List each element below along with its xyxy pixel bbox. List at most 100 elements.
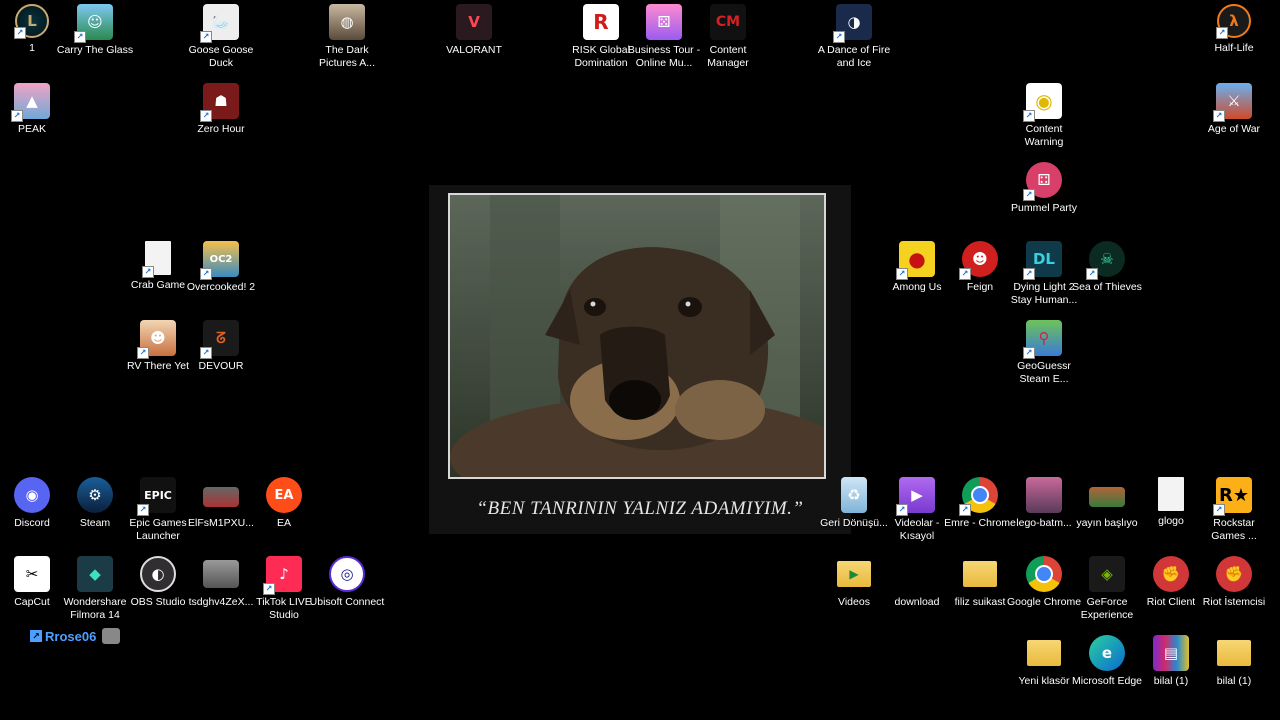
shortcut-label: Age of War — [1207, 123, 1261, 135]
shortcut-label: Content Warning — [1024, 123, 1064, 148]
adofai-shortcut[interactable]: ◑ ↗ A Dance of Fire and Ice — [818, 0, 890, 70]
yayin-basliyo-shortcut[interactable]: yayın başlıyo — [1075, 473, 1139, 543]
shortcut-label: Zero Hour — [197, 123, 245, 135]
winrar-archive-icon: ▤ — [1153, 635, 1189, 671]
steam-icon: ⚙ — [77, 477, 113, 513]
rv-there-yet-shortcut[interactable]: ☻ ↗ RV There Yet — [126, 316, 190, 386]
shortcut-label: Ubisoft Connect — [309, 596, 385, 608]
shortcut-label: Rockstar Games ... — [1211, 517, 1257, 542]
valorant-shortcut[interactable]: V VALORANT — [442, 0, 506, 70]
shortcut-arrow-icon: ↗ — [200, 268, 212, 280]
tsdg-image-shortcut[interactable]: tsdghv4ZeX... — [189, 552, 253, 622]
geforce-experience-shortcut[interactable]: ◈ GeForce Experience — [1075, 552, 1139, 622]
shortcut-label: bilal (1) — [1216, 675, 1252, 687]
shortcut-label: A Dance of Fire and Ice — [817, 44, 891, 69]
goose-icon: 🦢 ↗ — [200, 4, 239, 43]
shortcut-label: Content Manager — [707, 44, 749, 69]
image-thumbnail-icon — [203, 487, 239, 507]
yeni-klasor-folder[interactable]: Yeni klasör — [1012, 631, 1076, 701]
devour-icon: ᘔ ↗ — [200, 320, 239, 359]
league-of-legends-icon: L ↗ — [14, 4, 49, 39]
shortcut-arrow-icon: ↗ — [137, 347, 149, 359]
shortcut-label: Carry The Glass — [56, 44, 134, 56]
half-life-shortcut[interactable]: λ ↗ Half-Life — [1202, 0, 1266, 70]
microsoft-edge-shortcut[interactable]: e Microsoft Edge — [1072, 631, 1142, 701]
shortcut-arrow-icon: ↗ — [200, 347, 212, 359]
overcooked-shortcut[interactable]: OC2 ↗ Overcooked! 2 — [187, 237, 255, 307]
peak-shortcut[interactable]: ▲ ↗ PEAK — [0, 79, 64, 149]
filiz-suikast-folder[interactable]: filiz suikast — [948, 552, 1012, 622]
folder-icon — [963, 561, 997, 587]
videolar-shortcut[interactable]: ▶ ↗ Videolar - Kısayol — [885, 473, 949, 543]
zero-hour-shortcut[interactable]: ☗ ↗ Zero Hour — [189, 79, 253, 149]
shortcut-label: VALORANT — [446, 44, 502, 56]
steam-shortcut[interactable]: ⚙ Steam — [63, 473, 127, 543]
shortcut-label: Sea of Thieves — [1072, 281, 1142, 293]
riot-istemcisi-shortcut[interactable]: ✊ Riot İstemcisi — [1202, 552, 1266, 622]
valorant-icon: V — [456, 4, 492, 40]
carry-the-glass-shortcut[interactable]: ☺ ↗ Carry The Glass — [57, 0, 133, 70]
shortcut-arrow-icon: ↗ — [1023, 110, 1035, 122]
risk-shortcut[interactable]: R RISK Global Domination — [569, 0, 633, 70]
feign-shortcut[interactable]: ☻ ↗ Feign — [948, 237, 1012, 307]
google-chrome-shortcut[interactable]: Google Chrome — [1007, 552, 1081, 622]
ea-shortcut[interactable]: EA EA — [252, 473, 316, 543]
elfs-image-shortcut[interactable]: ElFsM1PXU... — [188, 473, 254, 543]
sea-of-thieves-shortcut[interactable]: ☠ ↗ Sea of Thieves — [1072, 237, 1142, 307]
video-folder-icon: ▶ ↗ — [896, 477, 935, 516]
age-of-war-shortcut[interactable]: ⚔ ↗ Age of War — [1202, 79, 1266, 149]
half-life-icon: λ ↗ — [1216, 4, 1251, 39]
dying-light-shortcut[interactable]: DL ↗ Dying Light 2 Stay Human... — [1011, 237, 1077, 307]
chrome-icon: ↗ — [959, 477, 998, 516]
rv-there-yet-icon: ☻ ↗ — [137, 320, 176, 359]
shortcut-arrow-icon: ↗ — [833, 31, 845, 43]
download-item[interactable]: download — [885, 552, 949, 622]
bilal-folder[interactable]: bilal (1) — [1202, 631, 1266, 701]
riot-client-shortcut[interactable]: ✊ Riot Client — [1139, 552, 1203, 622]
pummel-party-shortcut[interactable]: ⚃ ↗ Pummel Party — [1011, 158, 1077, 228]
obs-icon: ◐ — [140, 556, 176, 592]
dark-pictures-shortcut[interactable]: ◍ The Dark Pictures A... — [315, 0, 379, 70]
devour-shortcut[interactable]: ᘔ ↗ DEVOUR — [189, 316, 253, 386]
business-tour-shortcut[interactable]: ⚄ Business Tour - Online Mu... — [628, 0, 700, 70]
recycle-bin-shortcut[interactable]: ♻ Geri Dönüşü... — [820, 473, 888, 543]
sea-of-thieves-icon: ☠ ↗ — [1086, 241, 1125, 280]
discord-shortcut[interactable]: ◉ Discord — [0, 473, 64, 543]
goose-goose-duck-shortcut[interactable]: 🦢 ↗ Goose Goose Duck — [189, 0, 253, 70]
tiktok-live-shortcut[interactable]: ♪ ↗ TikTok LIVE Studio — [252, 552, 316, 622]
business-tour-icon: ⚄ — [646, 4, 682, 40]
shortcut-label: PEAK — [17, 123, 46, 135]
capcut-shortcut[interactable]: ✂ CapCut — [0, 552, 64, 622]
filmora-shortcut[interactable]: ◆ Wondershare Filmora 14 — [63, 552, 127, 622]
obs-studio-shortcut[interactable]: ◐ OBS Studio — [126, 552, 190, 622]
wallpaper-dog-photo — [448, 193, 826, 479]
riot-icon: ✊ — [1216, 556, 1252, 592]
rockstar-games-shortcut[interactable]: R★ ↗ Rockstar Games ... — [1202, 473, 1266, 543]
shortcut-label: Pummel Party — [1011, 202, 1077, 214]
lego-batman-shortcut[interactable]: lego-batm... — [1012, 473, 1076, 543]
filmora-icon: ◆ — [77, 556, 113, 592]
shortcut-arrow-icon: ↗ — [11, 110, 23, 122]
shortcut-label: EA — [276, 517, 291, 529]
image-thumbnail-icon — [1089, 487, 1125, 507]
shortcut-label: Riot İstemcisi — [1202, 596, 1266, 608]
content-manager-shortcut[interactable]: CM Content Manager — [696, 0, 760, 70]
crab-game-shortcut[interactable]: ↗ Crab Game — [126, 237, 190, 307]
bilal-archive-1[interactable]: ▤ bilal (1) — [1139, 631, 1203, 701]
risk-icon: R — [583, 4, 619, 40]
among-us-shortcut[interactable]: ● ↗ Among Us — [885, 237, 949, 307]
ubisoft-connect-shortcut[interactable]: ◎ Ubisoft Connect — [310, 552, 384, 622]
geoguessr-shortcut[interactable]: ⚲ ↗ GeoGuessr Steam E... — [1012, 316, 1076, 386]
league-of-legends-shortcut[interactable]: L ↗ 1 — [0, 0, 64, 70]
epic-games-shortcut[interactable]: EPIC ↗ Epic Games Launcher — [126, 473, 190, 543]
download-blank-icon — [899, 556, 935, 592]
glogo-file[interactable]: glogo — [1139, 473, 1203, 543]
videos-folder[interactable]: ▶ Videos — [822, 552, 886, 622]
emre-chrome-shortcut[interactable]: ↗ Emre - Chrome — [944, 473, 1016, 543]
shortcut-arrow-icon: ↗ — [263, 583, 275, 595]
shortcut-arrow-icon: ↗ — [1213, 110, 1225, 122]
dying-light-icon: DL ↗ — [1023, 241, 1062, 280]
shortcut-label: Goose Goose Duck — [188, 44, 254, 69]
overcooked-icon: OC2 ↗ — [200, 241, 239, 280]
content-warning-shortcut[interactable]: ◉ ↗ Content Warning — [1012, 79, 1076, 149]
